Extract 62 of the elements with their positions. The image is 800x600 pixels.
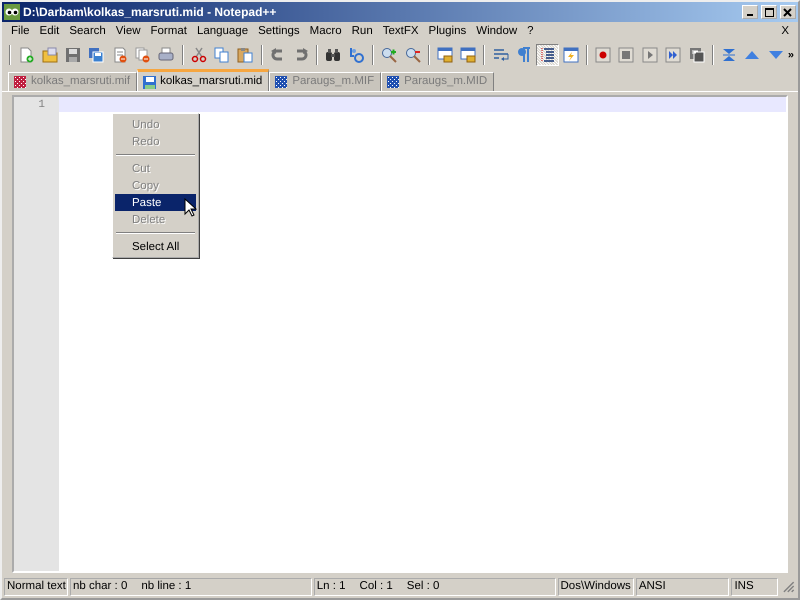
close-all-icon — [134, 47, 151, 63]
close-icon — [783, 8, 793, 16]
record-icon — [595, 47, 612, 63]
menu-close-button[interactable]: X — [776, 22, 794, 42]
window-lock-icon — [460, 47, 476, 63]
zoom-out-icon — [404, 47, 421, 63]
menu-item[interactable]: TextFX — [378, 22, 424, 42]
print-icon — [158, 47, 174, 63]
pilcrow-icon — [516, 47, 532, 63]
fast-forward-icon — [665, 47, 682, 63]
save-icon — [64, 47, 81, 63]
minimize-icon — [747, 14, 753, 16]
collapse-icon — [720, 47, 737, 63]
menu-item[interactable]: Edit — [34, 22, 64, 42]
stop-icon — [618, 47, 634, 63]
menu-item[interactable]: Plugins — [424, 22, 472, 42]
scissors-icon — [190, 47, 207, 63]
paste-icon — [237, 47, 254, 63]
window-title: D:\Darbam\kolkas_marsruti.mid - Notepad++ — [23, 4, 278, 21]
menu-item[interactable]: Select All — [115, 238, 196, 255]
line-number: 1 — [37, 98, 45, 113]
status-text: nb char : 0 — [73, 579, 128, 594]
menu-item[interactable]: Paste — [115, 194, 196, 211]
status-text: Col : 1 — [360, 579, 393, 594]
word-wrap-icon — [492, 47, 509, 63]
maximize-button[interactable] — [761, 5, 777, 19]
new-file-icon — [18, 47, 34, 63]
app-icon — [4, 4, 20, 20]
play-icon — [642, 47, 658, 63]
menu-item[interactable]: Settings — [253, 22, 305, 42]
menu-item[interactable]: Format — [146, 22, 192, 42]
close-file-icon — [112, 47, 128, 63]
menu-item[interactable]: Window — [471, 22, 522, 42]
menu-item[interactable]: ? — [522, 22, 539, 42]
status-text: Sel : 0 — [406, 579, 440, 594]
indent-guide-icon — [539, 47, 556, 63]
status-text: Dos\Windows — [560, 579, 631, 594]
folder-icon — [42, 47, 58, 63]
maximize-icon — [764, 8, 774, 16]
status-text: INS — [734, 579, 754, 594]
menu-item[interactable]: Search — [64, 22, 111, 42]
copy-icon — [214, 47, 230, 63]
menu-item[interactable]: File — [6, 22, 35, 42]
file-tab[interactable]: kolkas_marsruti.mid — [137, 69, 270, 91]
minimize-button[interactable] — [742, 5, 758, 19]
menu-item[interactable]: Run — [346, 22, 378, 42]
menu-item[interactable]: Language — [192, 22, 254, 42]
window-lock-icon — [436, 47, 453, 63]
zoom-in-icon — [381, 47, 398, 63]
close-button[interactable] — [780, 5, 796, 19]
status-text: Normal text — [7, 579, 66, 594]
status-text: ANSI — [638, 579, 666, 594]
save-macro-icon — [688, 47, 705, 63]
user-language-icon — [562, 47, 579, 63]
status-text: Ln : 1 — [316, 579, 346, 594]
indent-guide-button[interactable] — [536, 44, 559, 66]
menu-item[interactable]: View — [110, 22, 146, 42]
status-text: nb line : 1 — [141, 579, 192, 594]
toolbar-overflow-button[interactable]: » — [788, 46, 794, 64]
save-all-icon — [88, 47, 104, 63]
binoculars-icon — [325, 47, 342, 63]
menu-item[interactable]: Macro — [304, 22, 347, 42]
